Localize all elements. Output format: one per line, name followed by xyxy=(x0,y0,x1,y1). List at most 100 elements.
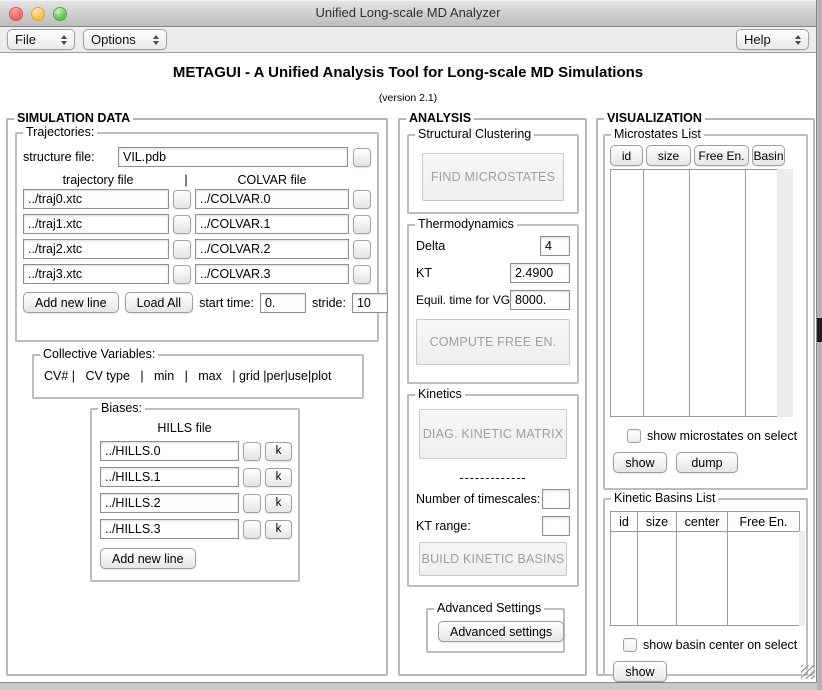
column-separator: | xyxy=(173,173,199,187)
microstates-basin-listbox[interactable] xyxy=(745,169,778,417)
basins-size-listbox[interactable] xyxy=(637,531,677,626)
delta-label: Delta xyxy=(416,239,445,253)
microstates-dump-button[interactable]: dump xyxy=(676,452,738,473)
load-all-button[interactable]: Load All xyxy=(125,292,193,313)
colvar-file-input[interactable] xyxy=(195,189,349,209)
trajectory-file-column-header: trajectory file xyxy=(23,173,173,187)
colvar-file-input[interactable] xyxy=(195,214,349,234)
k-button[interactable]: k xyxy=(265,494,292,513)
add-new-line-button[interactable]: Add new line xyxy=(100,548,196,569)
kinetic-basins-list-frame: Kinetic Basins List id size center Free … xyxy=(603,498,808,676)
popup-arrows-icon xyxy=(53,35,67,45)
trajectory-file-input[interactable] xyxy=(23,214,169,234)
trajectory-row xyxy=(23,239,371,259)
show-basin-center-checkbox[interactable] xyxy=(623,638,637,652)
browse-button[interactable] xyxy=(353,148,371,167)
compute-free-energy-button[interactable]: COMPUTE FREE EN. xyxy=(416,319,570,365)
show-microstates-checkbox[interactable] xyxy=(627,429,641,443)
options-menu-button[interactable]: Options xyxy=(83,29,167,50)
page-subtitle: (version 2.1) xyxy=(0,92,816,104)
browse-button[interactable] xyxy=(353,240,371,259)
hills-file-input[interactable] xyxy=(100,467,239,487)
browse-button[interactable] xyxy=(243,468,261,487)
k-button[interactable]: k xyxy=(265,520,292,539)
help-menu-label: Help xyxy=(744,32,771,47)
basins-center-header[interactable]: center xyxy=(676,511,728,532)
scrollbar-area[interactable] xyxy=(799,531,805,626)
start-time-label: start time: xyxy=(199,296,254,310)
thermodynamics-frame: Thermodynamics Delta KT Equil. time for … xyxy=(407,224,579,384)
colvar-file-input[interactable] xyxy=(195,239,349,259)
cv-table-header: CV# | CV type | min | max | grid |per|us… xyxy=(44,369,362,383)
basins-center-listbox[interactable] xyxy=(676,531,728,626)
basins-id-listbox[interactable] xyxy=(610,531,638,626)
browse-button[interactable] xyxy=(243,442,261,461)
browse-button[interactable] xyxy=(173,215,191,234)
browse-button[interactable] xyxy=(243,494,261,513)
equil-time-input[interactable] xyxy=(510,290,570,310)
k-button[interactable]: k xyxy=(265,468,292,487)
resize-grip[interactable] xyxy=(801,665,815,679)
hills-file-input[interactable] xyxy=(100,441,239,461)
hills-row: k xyxy=(100,519,292,539)
kt-input[interactable] xyxy=(510,263,570,283)
microstates-id-header-button[interactable]: id xyxy=(610,145,643,166)
microstates-show-button[interactable]: show xyxy=(613,452,667,473)
basins-id-header[interactable]: id xyxy=(610,511,638,532)
advanced-settings-button[interactable]: Advanced settings xyxy=(438,621,564,642)
structure-file-label: structure file: xyxy=(23,150,113,164)
timescales-input[interactable] xyxy=(542,489,570,509)
hills-file-column-header: HILLS file xyxy=(92,421,277,435)
browse-button[interactable] xyxy=(173,240,191,259)
browse-button[interactable] xyxy=(353,215,371,234)
scrollbar-area[interactable] xyxy=(777,169,793,417)
show-basin-center-checkbox-label: show basin center on select xyxy=(643,638,797,652)
colvar-file-input[interactable] xyxy=(195,264,349,284)
browse-button[interactable] xyxy=(243,520,261,539)
k-button[interactable]: k xyxy=(265,442,292,461)
options-menu-label: Options xyxy=(91,32,136,47)
hills-row: k xyxy=(100,493,292,513)
colvar-file-column-header: COLVAR file xyxy=(199,173,345,187)
basins-free-energy-header[interactable]: Free En. xyxy=(727,511,800,532)
background-window-fragment xyxy=(817,318,822,342)
background-window-edge xyxy=(817,0,822,690)
microstates-size-header-button[interactable]: size xyxy=(646,145,691,166)
trajectory-file-input[interactable] xyxy=(23,239,169,259)
diag-kinetic-matrix-button[interactable]: DIAG. KINETIC MATRIX xyxy=(419,409,567,459)
popup-arrows-icon xyxy=(787,35,801,45)
microstates-id-listbox[interactable] xyxy=(610,169,644,417)
kinetics-frame: Kinetics DIAG. KINETIC MATRIX ----------… xyxy=(407,394,579,587)
window-title: Unified Long-scale MD Analyzer xyxy=(0,5,816,20)
basins-free-energy-listbox[interactable] xyxy=(727,531,800,626)
file-menu-button[interactable]: File xyxy=(7,29,75,50)
trajectories-label: Trajectories: xyxy=(23,125,97,139)
stride-input[interactable] xyxy=(352,293,388,313)
hills-file-input[interactable] xyxy=(100,519,239,539)
build-kinetic-basins-button[interactable]: BUILD KINETIC BASINS xyxy=(419,542,567,576)
microstates-free-energy-header-button[interactable]: Free En. xyxy=(694,145,749,166)
basins-size-header[interactable]: size xyxy=(637,511,677,532)
basins-show-button[interactable]: show xyxy=(613,661,667,682)
start-time-input[interactable] xyxy=(260,293,306,313)
find-microstates-button[interactable]: FIND MICROSTATES xyxy=(422,153,564,201)
microstates-size-listbox[interactable] xyxy=(643,169,690,417)
delta-input[interactable] xyxy=(540,236,570,256)
kinetics-label: Kinetics xyxy=(415,387,465,401)
advanced-settings-frame: Advanced Settings Advanced settings xyxy=(426,608,565,653)
hills-file-input[interactable] xyxy=(100,493,239,513)
help-menu-button[interactable]: Help xyxy=(736,29,809,50)
browse-button[interactable] xyxy=(353,190,371,209)
browse-button[interactable] xyxy=(173,265,191,284)
trajectory-file-input[interactable] xyxy=(23,189,169,209)
browse-button[interactable] xyxy=(353,265,371,284)
browse-button[interactable] xyxy=(173,190,191,209)
trajectory-file-input[interactable] xyxy=(23,264,169,284)
microstates-basin-header-button[interactable]: Basin xyxy=(752,145,785,166)
add-new-line-button[interactable]: Add new line xyxy=(23,292,119,313)
analysis-label: ANALYSIS xyxy=(406,111,474,125)
microstates-list-frame: Microstates List id size Free En. Basin … xyxy=(603,134,808,490)
kt-range-input[interactable] xyxy=(542,516,570,536)
microstates-free-energy-listbox[interactable] xyxy=(689,169,746,417)
structure-file-input[interactable] xyxy=(118,147,348,167)
